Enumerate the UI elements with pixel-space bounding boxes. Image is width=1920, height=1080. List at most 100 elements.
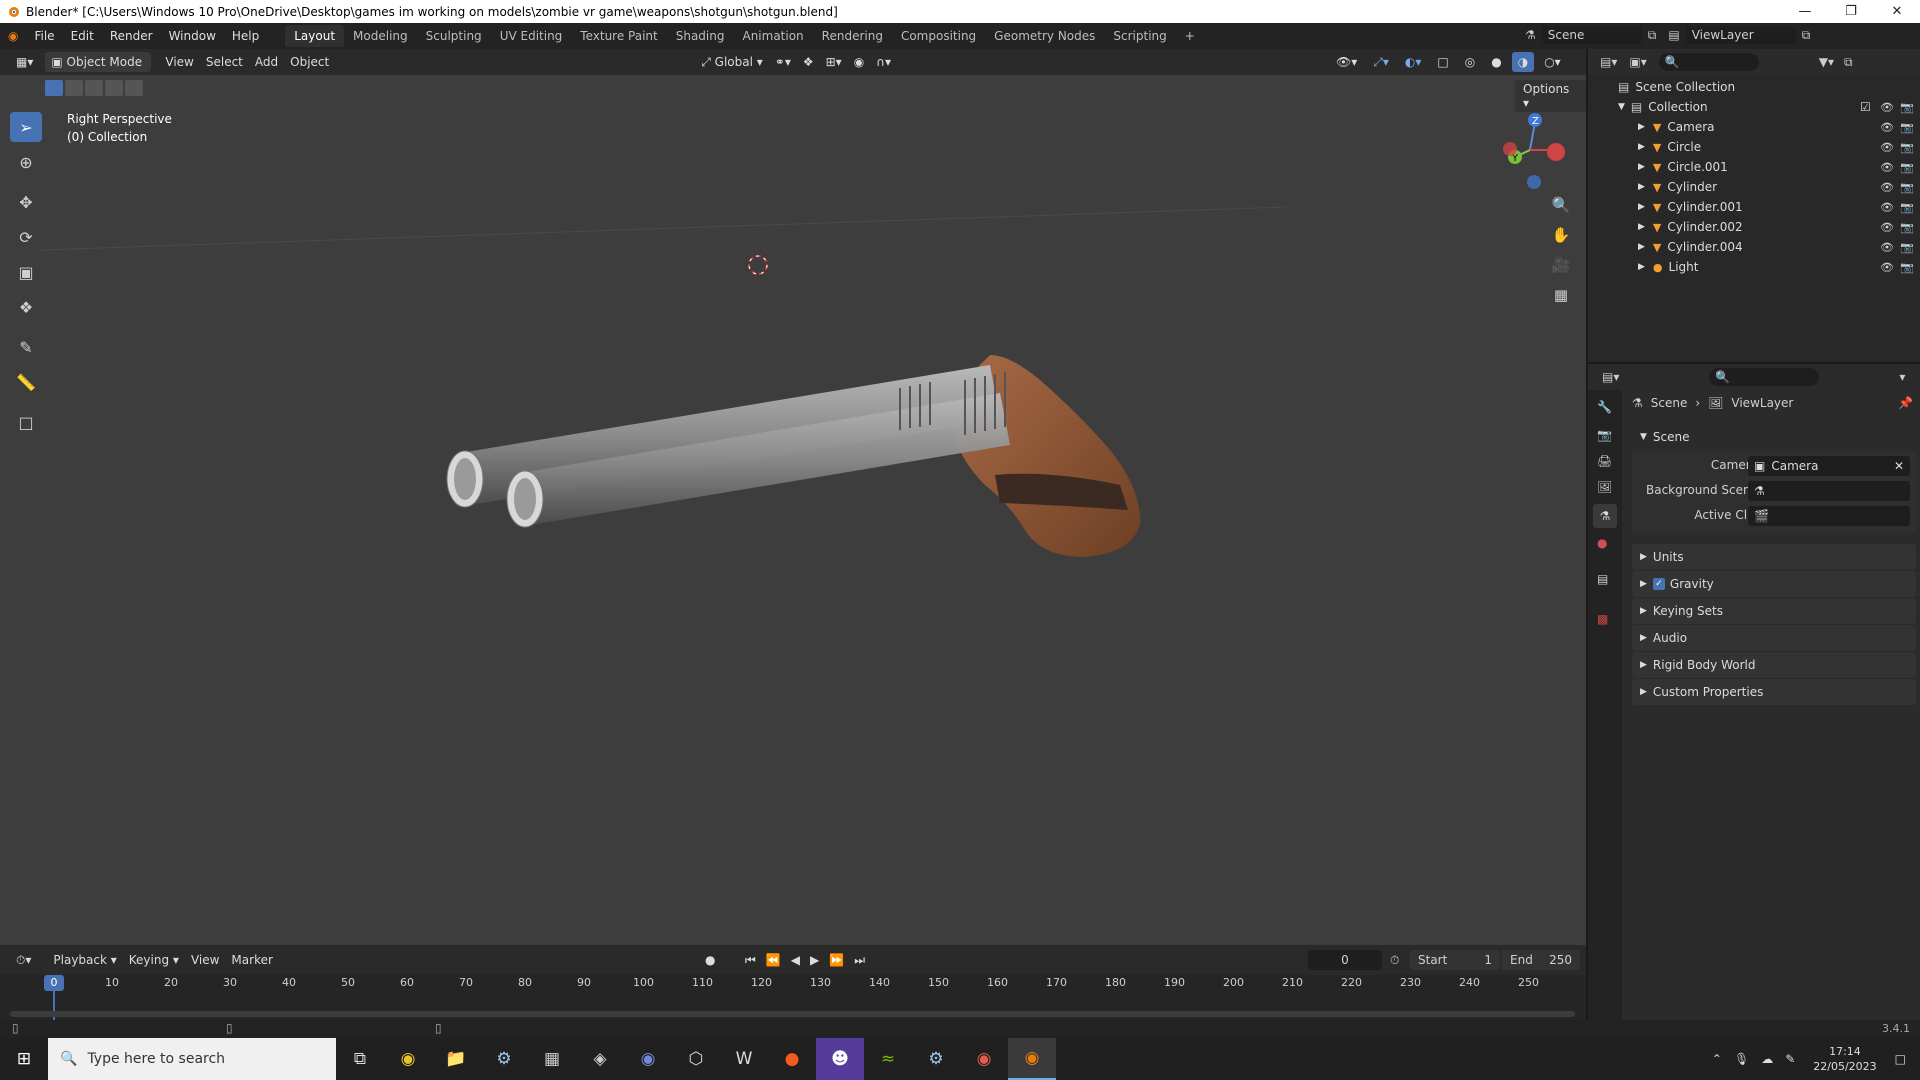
tab-rendering[interactable]: Rendering bbox=[813, 25, 892, 47]
navigation-gizmo[interactable]: Z Y bbox=[1503, 113, 1565, 189]
outliner-item[interactable]: ▶ ▼ Cylinder.004 👁 📷 bbox=[1588, 237, 1920, 257]
discord-icon[interactable]: ◉ bbox=[624, 1038, 672, 1080]
visibility-icon[interactable]: 👁▾ bbox=[1330, 52, 1363, 72]
props-options-icon[interactable]: ▾ bbox=[1899, 370, 1905, 384]
texture-tab-icon[interactable]: ▩ bbox=[1597, 612, 1608, 626]
item-eye-icon[interactable]: 👁 bbox=[1880, 261, 1894, 274]
tab-uv-editing[interactable]: UV Editing bbox=[491, 25, 572, 47]
expand-item-icon[interactable]: ▶ bbox=[1638, 202, 1645, 212]
current-frame-field[interactable]: 0 bbox=[1308, 950, 1382, 970]
view-layer-field[interactable]: ViewLayer bbox=[1685, 26, 1796, 44]
jump-start-icon[interactable]: ⏮ bbox=[745, 953, 756, 968]
close-button[interactable]: ✕ bbox=[1874, 0, 1920, 23]
scene-field[interactable]: Scene bbox=[1541, 26, 1642, 44]
expand-item-icon[interactable]: ▶ bbox=[1638, 142, 1645, 152]
item-render-icon[interactable]: 📷 bbox=[1900, 241, 1914, 254]
expand-item-icon[interactable]: ▶ bbox=[1638, 162, 1645, 172]
camera-prop-field[interactable]: ▣ Camera ✕ bbox=[1748, 456, 1910, 476]
timeline-ruler[interactable]: 0 10 20 30 40 50 60 70 80 90 100 110 120 130 140 150 160… bbox=[0, 975, 1586, 993]
timeline-view-menu[interactable]: View bbox=[185, 950, 225, 970]
options-dropdown[interactable]: Options ▾ bbox=[1515, 80, 1586, 112]
scene-tab-icon[interactable]: ⚗ bbox=[1593, 504, 1617, 528]
3d-cursor-icon[interactable] bbox=[748, 255, 768, 275]
outliner-item[interactable]: ▶ ▼ Camera 👁 📷 bbox=[1588, 117, 1920, 137]
record-button[interactable]: ● bbox=[705, 953, 715, 967]
blender-taskbar-icon[interactable]: ◉ bbox=[1008, 1038, 1056, 1080]
proportional-edit-icon[interactable]: ◉ bbox=[848, 52, 870, 72]
expand-item-icon[interactable]: ▶ bbox=[1638, 262, 1645, 272]
editor-type-icon[interactable]: ▦▾ bbox=[10, 52, 39, 72]
outliner-item[interactable]: ▶ ▼ Circle.001 👁 📷 bbox=[1588, 157, 1920, 177]
expand-item-icon[interactable]: ▶ bbox=[1638, 182, 1645, 192]
keying-menu[interactable]: Keying ▾ bbox=[123, 950, 185, 970]
scene-icon[interactable]: ⚗ bbox=[1525, 28, 1536, 42]
outliner-item[interactable]: ▶ ▼ Circle 👁 📷 bbox=[1588, 137, 1920, 157]
tab-animation[interactable]: Animation bbox=[733, 25, 812, 47]
item-eye-icon[interactable]: 👁 bbox=[1880, 121, 1894, 134]
snap-icon[interactable]: ❖ bbox=[797, 52, 820, 72]
file-explorer-icon[interactable]: 📁 bbox=[432, 1038, 480, 1080]
outliner-item[interactable]: ▶ ● Light 👁 📷 bbox=[1588, 257, 1920, 277]
nvidia-icon[interactable]: ≈ bbox=[864, 1038, 912, 1080]
start-button-icon[interactable]: ⊞ bbox=[0, 1038, 48, 1080]
next-keyframe-icon[interactable]: ⏩ bbox=[829, 953, 844, 968]
app-icon-1[interactable]: ▦ bbox=[528, 1038, 576, 1080]
section-header[interactable]: ▶ Units bbox=[1632, 544, 1916, 570]
item-eye-icon[interactable]: 👁 bbox=[1880, 181, 1894, 194]
menu-render[interactable]: Render bbox=[102, 23, 161, 49]
wordpad-icon[interactable]: W bbox=[720, 1038, 768, 1080]
section-header[interactable]: ▶ ✓ Gravity bbox=[1632, 571, 1916, 597]
timeline-scrollbar[interactable] bbox=[10, 1011, 1575, 1017]
play-icon[interactable]: ▶ bbox=[810, 953, 819, 968]
tab-scripting[interactable]: Scripting bbox=[1104, 25, 1175, 47]
falloff-icon[interactable]: ∩▾ bbox=[870, 52, 897, 72]
outliner-item[interactable]: ▶ ▼ Cylinder 👁 📷 bbox=[1588, 177, 1920, 197]
microphone-icon[interactable]: 🎙 bbox=[1734, 1052, 1749, 1066]
start-frame-field[interactable]: Start 1 bbox=[1410, 950, 1500, 970]
play-reverse-icon[interactable]: ◀ bbox=[791, 953, 800, 968]
zoom-icon[interactable]: 🔍 bbox=[1548, 192, 1574, 218]
notifications-icon[interactable]: □ bbox=[1895, 1052, 1906, 1066]
expand-item-icon[interactable]: ▶ bbox=[1638, 242, 1645, 252]
unity-icon[interactable]: ⬡ bbox=[672, 1038, 720, 1080]
taskbar-search-input[interactable]: 🔍 Type here to search bbox=[48, 1038, 336, 1080]
playhead[interactable]: 0 bbox=[44, 975, 64, 991]
item-render-icon[interactable]: 📷 bbox=[1900, 161, 1914, 174]
timeline[interactable]: 0 10 20 30 40 50 60 70 80 90 100 110 120 130 140 150 160… bbox=[0, 975, 1586, 1020]
output-tab-icon[interactable]: 🖨 bbox=[1597, 454, 1612, 468]
mode-dropdown[interactable]: ▣ Object Mode ▾ bbox=[45, 52, 152, 89]
outliner-item[interactable]: ▶ ▼ Cylinder.002 👁 📷 bbox=[1588, 217, 1920, 237]
menu-edit[interactable]: Edit bbox=[63, 23, 102, 49]
menu-object[interactable]: Object bbox=[284, 52, 335, 72]
props-editor-type-icon[interactable]: ▤▾ bbox=[1602, 370, 1619, 384]
marker-menu[interactable]: Marker bbox=[225, 950, 278, 970]
new-view-layer-icon[interactable]: ⧉ bbox=[1802, 28, 1811, 43]
collection-tab-icon[interactable]: ▤ bbox=[1597, 572, 1608, 586]
gizmo-icon[interactable]: ⤢▾ bbox=[1367, 52, 1395, 72]
tab-sculpting[interactable]: Sculpting bbox=[417, 25, 491, 47]
3d-viewport[interactable]: Right Perspective (0) Collection ➢ ⊕ ✥ ⟳… bbox=[0, 75, 1586, 945]
background-scene-field[interactable]: ⚗ bbox=[1748, 481, 1910, 501]
section-header[interactable]: ▶ Rigid Body World bbox=[1632, 652, 1916, 678]
chrome-icon[interactable]: ◉ bbox=[384, 1038, 432, 1080]
pen-icon[interactable]: ✎ bbox=[1785, 1052, 1795, 1066]
rendered-shading-icon[interactable]: ○▾ bbox=[1538, 52, 1567, 72]
menu-window[interactable]: Window bbox=[161, 23, 224, 49]
end-frame-field[interactable]: End 250 bbox=[1502, 950, 1580, 970]
section-header[interactable]: ▶ Custom Properties bbox=[1632, 679, 1916, 705]
item-render-icon[interactable]: 📷 bbox=[1900, 201, 1914, 214]
wireframe-shading-icon[interactable]: ◎ bbox=[1459, 52, 1481, 72]
menu-add[interactable]: Add bbox=[249, 52, 284, 72]
pin-icon[interactable]: 📌 bbox=[1898, 396, 1913, 410]
tab-compositing[interactable]: Compositing bbox=[892, 25, 985, 47]
collection-checkbox[interactable]: ☑ bbox=[1860, 100, 1871, 114]
ea-icon[interactable]: ● bbox=[768, 1038, 816, 1080]
tab-layout[interactable]: Layout bbox=[285, 25, 345, 47]
solid-shading-icon[interactable]: ● bbox=[1485, 52, 1507, 72]
material-shading-icon[interactable]: ◑ bbox=[1511, 52, 1535, 72]
props-search-input[interactable]: 🔍 bbox=[1709, 368, 1820, 386]
snap-target-icon[interactable]: ⊞▾ bbox=[820, 52, 848, 72]
minimize-button[interactable]: — bbox=[1782, 0, 1828, 23]
timeline-editor-type-icon[interactable]: ⏱▾ bbox=[10, 950, 37, 970]
steam-icon[interactable]: ⚙ bbox=[480, 1038, 528, 1080]
